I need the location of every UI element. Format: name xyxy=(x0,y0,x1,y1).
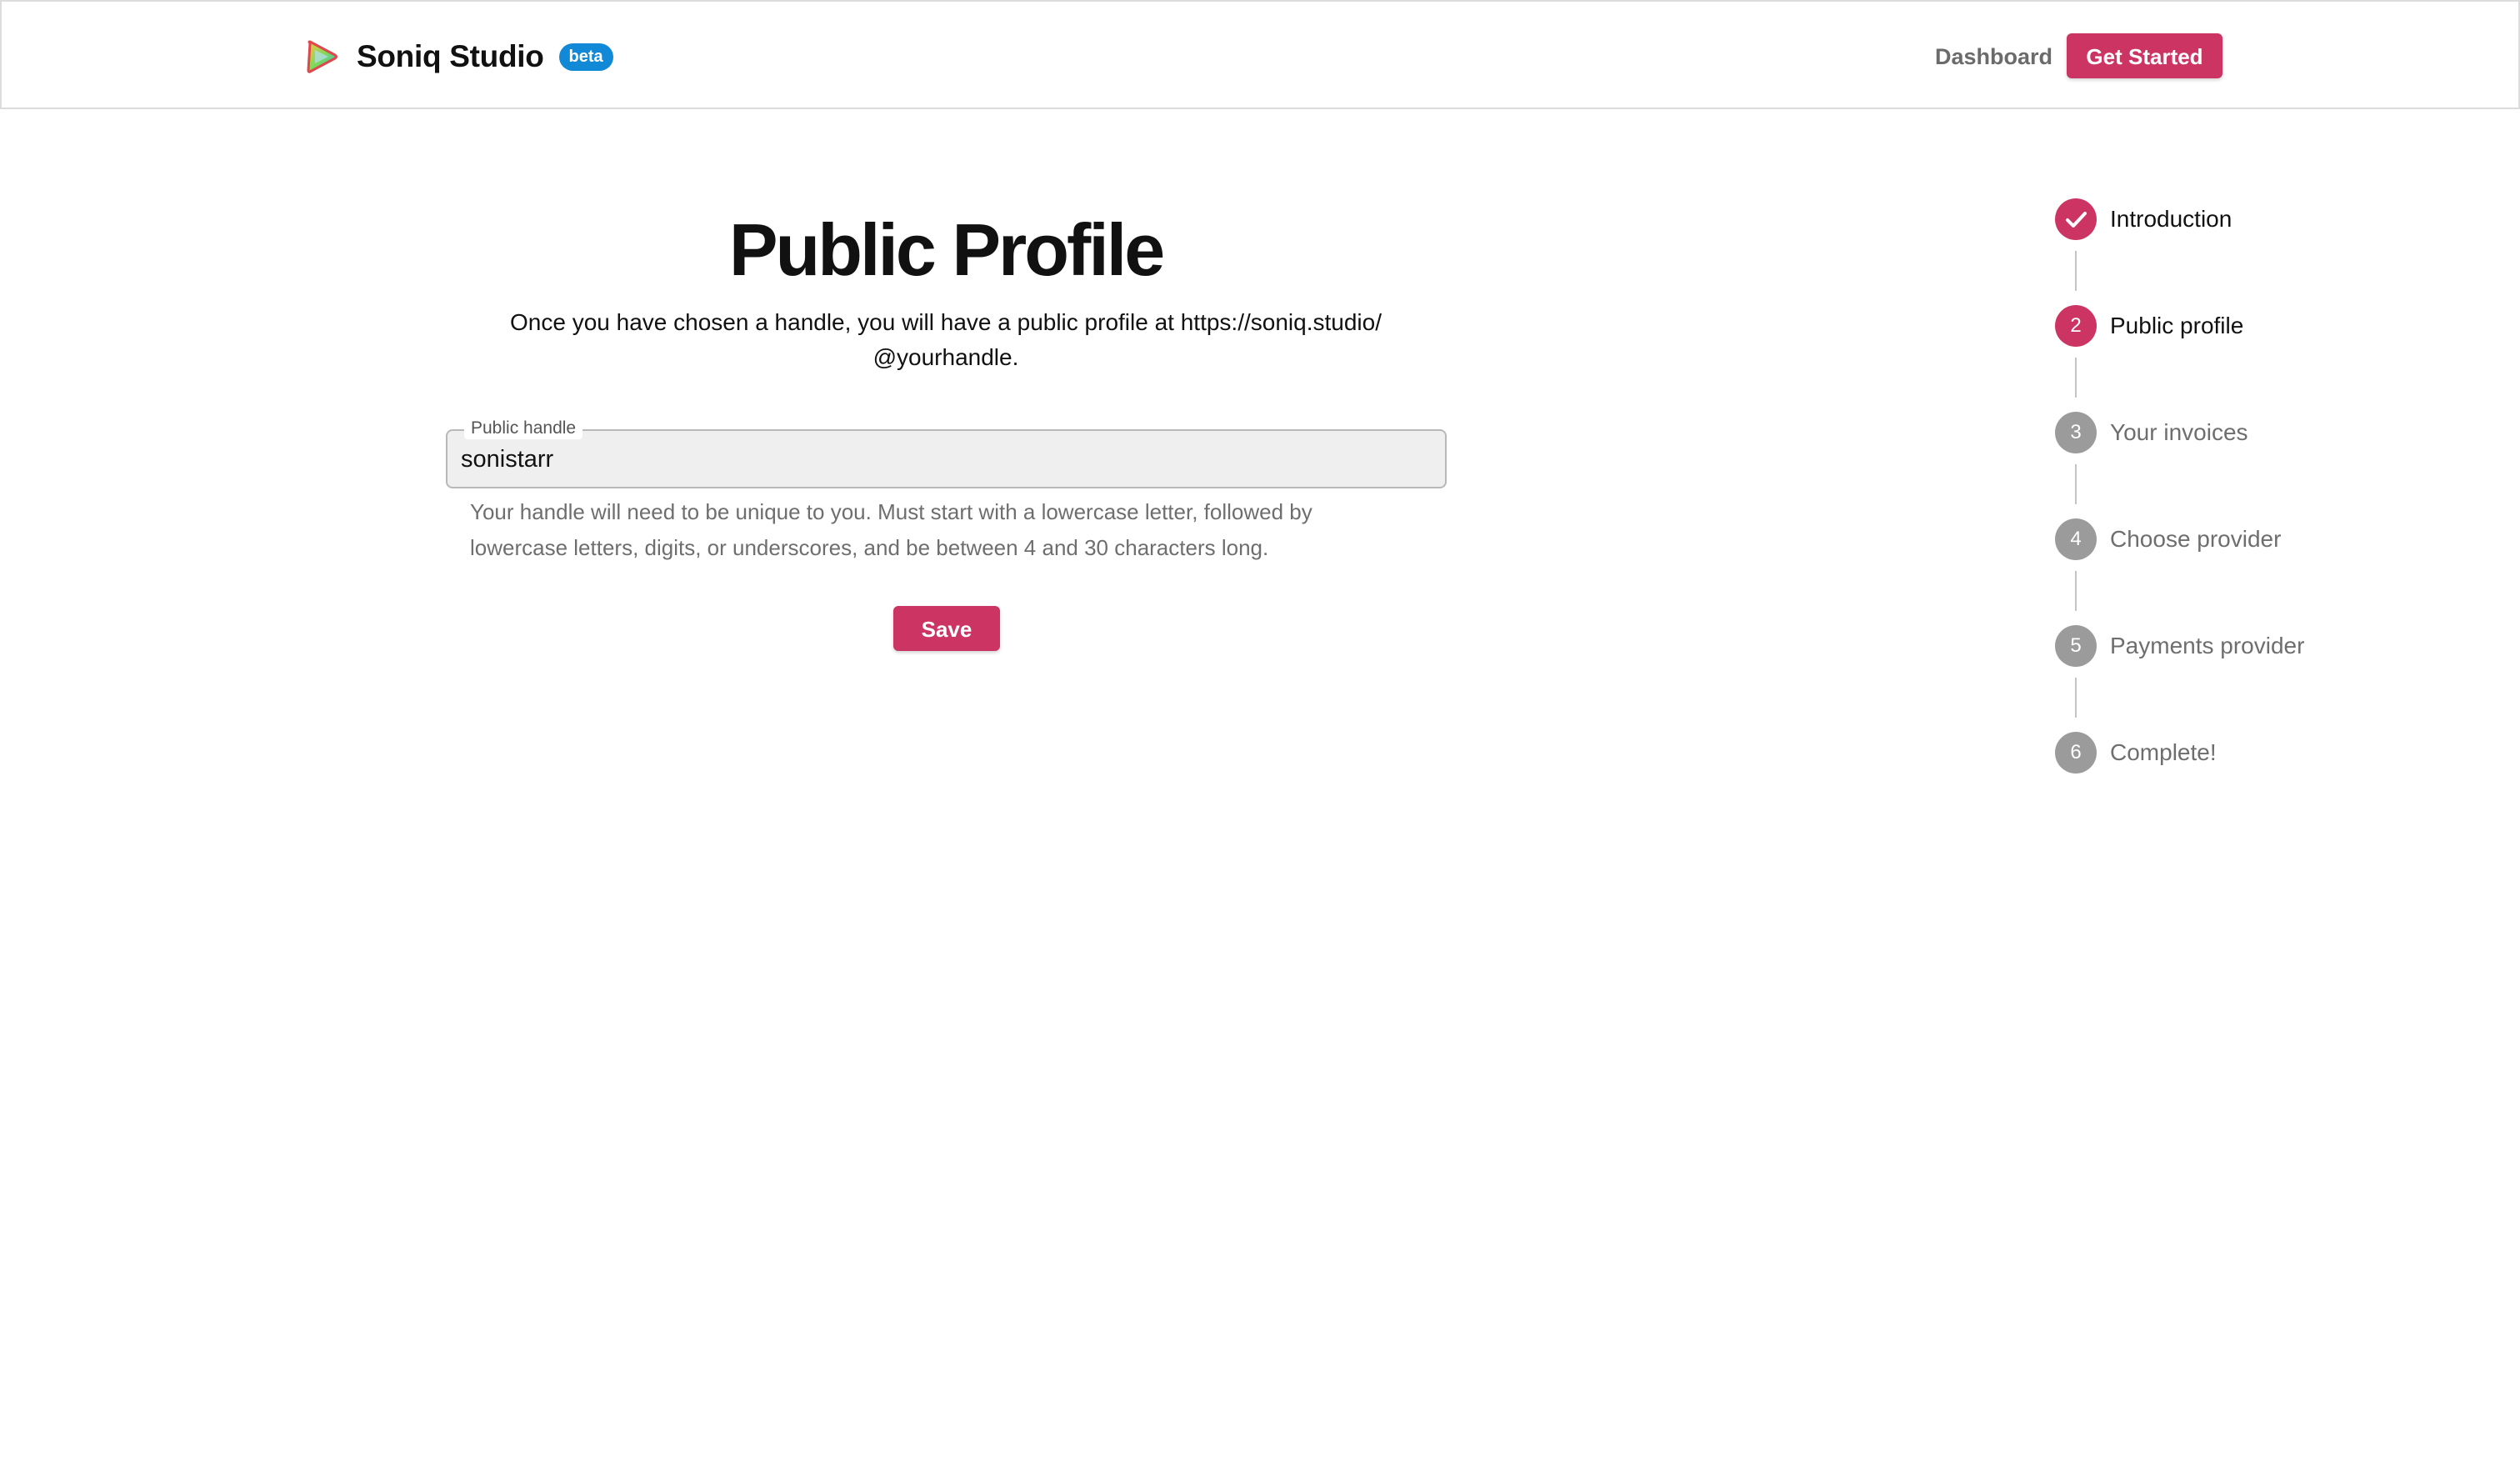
step-introduction[interactable]: Introduction xyxy=(2055,198,2232,240)
brand-name: Soniq Studio xyxy=(357,39,544,73)
beta-badge: beta xyxy=(558,43,613,71)
get-started-button[interactable]: Get Started xyxy=(2067,33,2222,78)
handle-helper-text: Your handle will need to be unique to yo… xyxy=(470,494,1437,566)
page-title: Public Profile xyxy=(728,208,1165,291)
step-connector xyxy=(2075,678,2077,718)
step-number: 4 xyxy=(2055,518,2097,560)
dashboard-link[interactable]: Dashboard xyxy=(1935,42,2052,72)
check-icon xyxy=(2055,198,2097,240)
step-public-profile[interactable]: 2 Public profile xyxy=(2055,305,2243,347)
subtitle-line-1: Once you have chosen a handle, you will … xyxy=(510,309,1382,335)
step-connector xyxy=(2075,464,2077,504)
step-complete[interactable]: 6 Complete! xyxy=(2055,732,2217,774)
public-handle-input[interactable] xyxy=(461,442,1428,477)
page-subtitle: Once you have chosen a handle, you will … xyxy=(446,305,1446,375)
step-number: 3 xyxy=(2055,412,2097,453)
step-your-invoices[interactable]: 3 Your invoices xyxy=(2055,412,2248,453)
step-label: Payments provider xyxy=(2110,633,2305,658)
save-button[interactable]: Save xyxy=(893,606,1000,651)
top-navbar: Soniq Studio beta Dashboard Get Started xyxy=(0,0,2520,109)
step-label: Public profile xyxy=(2110,313,2244,338)
helper-line-2: lowercase letters, digits, or underscore… xyxy=(470,535,1269,560)
step-connector xyxy=(2075,358,2077,398)
step-number: 6 xyxy=(2055,732,2097,774)
step-number: 2 xyxy=(2055,305,2097,347)
public-handle-label: Public handle xyxy=(464,418,583,439)
play-logo-icon xyxy=(303,38,340,75)
step-connector xyxy=(2075,571,2077,611)
step-label: Your invoices xyxy=(2110,419,2248,445)
step-label: Introduction xyxy=(2110,206,2232,232)
step-label: Choose provider xyxy=(2110,526,2282,552)
helper-line-1: Your handle will need to be unique to yo… xyxy=(470,499,1312,524)
step-number: 5 xyxy=(2055,625,2097,667)
step-label: Complete! xyxy=(2110,739,2217,765)
public-handle-field[interactable]: Public handle xyxy=(446,418,1447,488)
step-payments-provider[interactable]: 5 Payments provider xyxy=(2055,625,2304,667)
step-choose-provider[interactable]: 4 Choose provider xyxy=(2055,518,2281,560)
brand[interactable]: Soniq Studio beta xyxy=(303,35,613,78)
step-connector xyxy=(2075,251,2077,291)
subtitle-line-2: @yourhandle. xyxy=(872,344,1019,370)
